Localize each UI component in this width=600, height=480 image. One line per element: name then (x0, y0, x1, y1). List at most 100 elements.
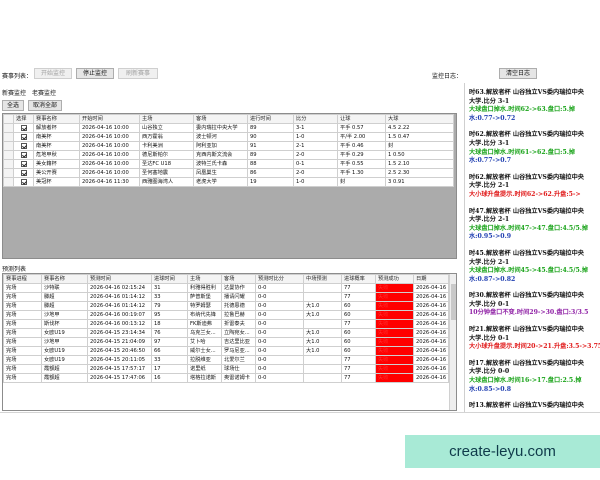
row-header[interactable] (3, 168, 14, 178)
row-checkbox[interactable] (20, 124, 27, 131)
header-date[interactable]: 日期 (413, 274, 449, 284)
log-line: 大学.比分 2-1 (469, 182, 510, 190)
start-monitor-button[interactable]: 开始监控 (34, 68, 72, 79)
table-cell: 95 (151, 310, 188, 320)
table-cell: 0-0 (255, 292, 304, 302)
tab-old-monitor[interactable]: 老赛监控 (32, 88, 56, 97)
table-cell: 0-0 (255, 346, 304, 356)
table-cell: 76 (151, 328, 188, 338)
header-home[interactable]: 主场 (139, 114, 194, 124)
table-row[interactable]: 危地甲秋 2026-04-16 10:00 德尼斯帕尔 克西内斯文流会 89 2-0 平手 … (3, 150, 454, 160)
header-start-time[interactable]: 开始时间 (79, 114, 140, 124)
header-progress[interactable]: 赛事进程 (3, 274, 42, 284)
header-over[interactable]: 大球 (385, 114, 454, 124)
table-cell: 2026-04-16 01:14:12 (87, 301, 152, 311)
row-header[interactable] (3, 123, 14, 133)
select-all-button[interactable]: 全选 (2, 100, 24, 111)
table-row[interactable]: 南美杯 2026-04-16 10:00 卡利美洲 阿利亚加 91 2-1 平手 0.46 封 (3, 141, 454, 151)
table-cell: 0-0 (255, 364, 304, 374)
row-select-cell[interactable] (13, 132, 34, 142)
row-select-cell[interactable] (13, 177, 34, 187)
table-row[interactable]: 完场 霞额超 2026-04-15 17:57:17 17 诺里纸 球场仕 0-0 77 失败 2… (3, 364, 449, 374)
log-line: 大小球升盘提示.时间20->21.升盘:3.5->3.75 (469, 343, 600, 351)
clear-log-button[interactable]: 清空日志 (499, 68, 537, 79)
table-cell: 2026-04-16 02:15:24 (87, 283, 152, 293)
table-row[interactable]: 美公开赛 2026-04-16 10:00 圣何塞地震 凤凰巢生 86 2-0 平手 1.3… (3, 168, 454, 178)
table-row[interactable]: 完场 沙地甲 2026-04-15 21:04:09 97 艾卜哈 吉达里比亚 0-0 大1.… (3, 337, 449, 347)
table-row[interactable]: 解放者杯 2026-04-16 10:00 山谷独立 委内瑞拉中央大学 89 3-1 平手 … (3, 123, 454, 133)
predict-success-cell: 失败 (375, 337, 414, 347)
header-goal-time[interactable]: 进球时间 (151, 274, 188, 284)
header-predict-success[interactable]: 预测成功 (375, 274, 414, 284)
table-cell: 2026-04-16 10:00 (79, 168, 140, 178)
table-row[interactable]: 完场 女欧U19 2026-04-15 23:14:34 76 乌克兰女... 立陶宛女.… (3, 328, 449, 338)
table-row[interactable]: 完场 女欧U19 2026-04-15 20:46:50 66 威尔士女... 罗马尼亚.… (3, 346, 449, 356)
table-cell: 奥雷诺姆卡 (221, 373, 256, 383)
row-checkbox[interactable] (20, 151, 27, 158)
table-cell: 2026-04-16 (413, 283, 449, 293)
row-header[interactable] (3, 150, 14, 160)
header-event-name[interactable]: 赛事名称 (41, 274, 88, 284)
table-cell: 60 (341, 310, 376, 320)
header-predict-score[interactable]: 预测时比分 (255, 274, 304, 284)
table-row[interactable]: 完场 女欧U19 2026-04-15 20:11:05 33 拉脱维亚 北爱尔兰 0-0 7… (3, 355, 449, 365)
table-row[interactable]: 完场 滕超 2026-04-16 01:14:12 33 萨普斯堡 播请闪耀 0-0 77 失败… (3, 292, 449, 302)
deselect-all-button[interactable]: 取消全部 (28, 100, 62, 111)
table-cell: 平手 0.57 (337, 123, 386, 133)
table-row[interactable]: 南美杯 2026-04-16 10:00 西万霍翁 波士顿河 90 1-0 平/半 2.00… (3, 132, 454, 142)
row-checkbox[interactable] (20, 178, 27, 185)
scrollbar-thumb[interactable] (451, 284, 456, 320)
table-row[interactable]: 完场 滕超 2026-04-16 01:14:12 79 特罗姆瑟 托德恩德 0-0 大1.0… (3, 301, 449, 311)
header-away[interactable]: 客场 (193, 114, 248, 124)
header-event-name[interactable]: 赛事名称 (33, 114, 80, 124)
site-banner: create-leyu.com (405, 435, 600, 468)
table-row[interactable]: 完场 霞额超 2026-04-15 17:47:06 16 塔格拉诺斯 奥雷诺姆卡 0-0 7… (3, 373, 449, 383)
row-checkbox[interactable] (20, 160, 27, 167)
row-select-cell[interactable] (13, 141, 34, 151)
table-cell: 美女籍杯 (33, 159, 80, 169)
table-cell: 拉鲁巴赫 (221, 310, 256, 320)
prediction-grid: 赛事进程 赛事名称 预测时间 进球时间 主场 客场 预测时比分 中场预测 进球概… (2, 273, 457, 411)
row-checkbox[interactable] (20, 133, 27, 140)
header-predict-time[interactable]: 预测时间 (87, 274, 152, 284)
refresh-events-button[interactable]: 刷新赛事 (118, 68, 158, 79)
table-cell: 2026-04-16 (413, 373, 449, 383)
header-goal-prob[interactable]: 进球概率 (341, 274, 376, 284)
header-elapsed[interactable]: 进行时间 (247, 114, 294, 124)
table-cell: 4.5 2.22 (385, 123, 454, 133)
log-line: 大小球升盘提示.时间62->62.升盘:5-> (469, 190, 581, 198)
row-header[interactable] (3, 141, 14, 151)
table-row[interactable]: 美女籍杯 2026-04-16 10:00 圣达FC U18 波特兰氏卡森 88 0-1 平… (3, 159, 454, 169)
header-handicap[interactable]: 让球 (337, 114, 386, 124)
table-cell: 完场 (3, 283, 42, 293)
header-score[interactable]: 比分 (293, 114, 338, 124)
row-checkbox[interactable] (20, 169, 27, 176)
row-header[interactable] (3, 177, 14, 187)
row-select-cell[interactable] (13, 159, 34, 169)
header-select[interactable]: 选择 (13, 114, 34, 124)
row-select-cell[interactable] (13, 168, 34, 178)
table-row[interactable]: 完场 斯伐杯 2026-04-16 00:13:12 18 FK斯迪弗 折雷泰夫 0-0 77… (3, 319, 449, 329)
stop-monitor-button[interactable]: 停止监控 (76, 68, 114, 79)
row-select-cell[interactable] (13, 150, 34, 160)
table-cell: 2026-04-15 17:47:06 (87, 373, 152, 383)
prediction-scrollbar[interactable] (449, 274, 456, 410)
header-half-predict[interactable]: 中场预测 (303, 274, 342, 284)
table-cell: 3-1 (293, 123, 338, 133)
table-row[interactable]: 完场 沙地甲 2026-04-16 00:19:07 95 布纳代先锋 拉鲁巴赫 0-0 大1… (3, 310, 449, 320)
table-cell: 完场 (3, 364, 42, 374)
log-line: 时30.解放者杯 山谷独立VS委内瑞拉中央 (469, 292, 584, 300)
header-home[interactable]: 主场 (187, 274, 222, 284)
table-cell: 89 (247, 123, 294, 133)
table-cell: 球场仕 (221, 364, 256, 374)
row-header[interactable] (3, 159, 14, 169)
tab-new-monitor[interactable]: 新赛监控 (2, 88, 26, 97)
table-cell: 拉脱维亚 (187, 355, 222, 365)
header-away[interactable]: 客场 (221, 274, 256, 284)
table-cell: 0-0 (255, 373, 304, 383)
table-row[interactable]: 完场 沙特联 2026-04-16 02:15:24 31 利雅得胜利 达曼协作 0-0 77… (3, 283, 449, 293)
row-checkbox[interactable] (20, 142, 27, 149)
row-select-cell[interactable] (13, 123, 34, 133)
row-header[interactable] (3, 132, 14, 142)
table-row[interactable]: 美冠杯 2026-04-16 11:30 西雅图海湾人 老虎大学 19 1-0 封 3 0.9… (3, 177, 454, 187)
